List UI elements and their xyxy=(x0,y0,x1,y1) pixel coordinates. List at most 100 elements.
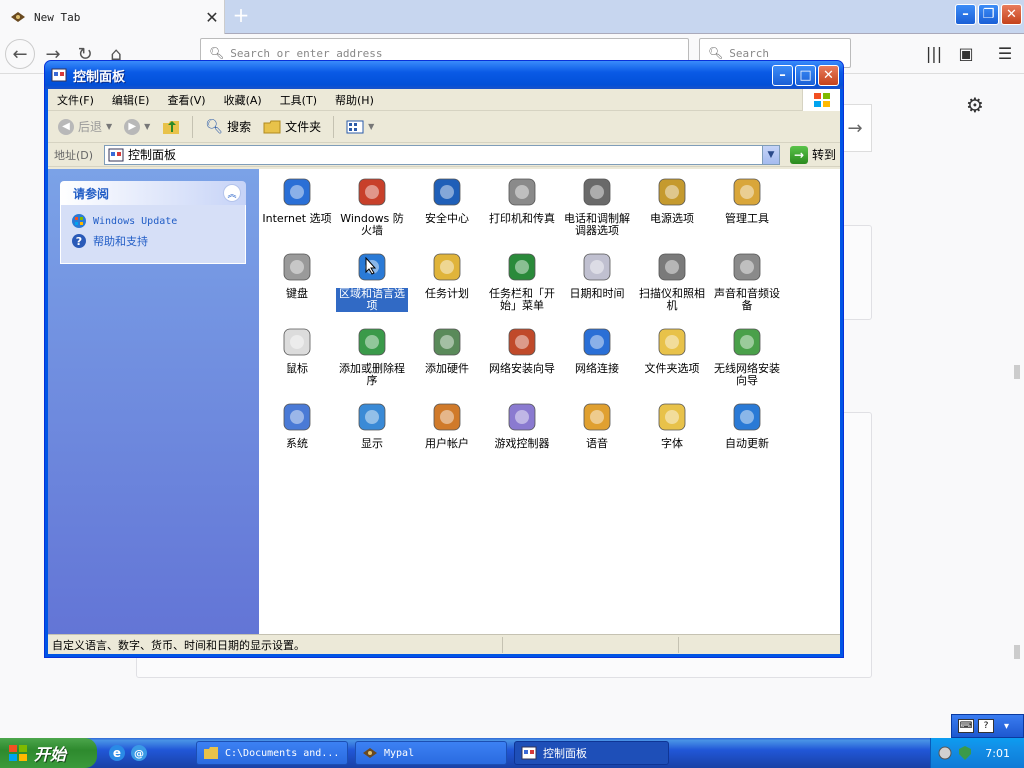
control-panel-item-label: Windows 防火墙 xyxy=(340,212,404,237)
control-panel-item[interactable]: 添加硬件 xyxy=(411,325,483,375)
taskbar: 开始 e @ C:\Documents and... Mypal 控制面板 7:… xyxy=(0,738,1024,768)
chevron-down-icon[interactable]: ▼ xyxy=(762,145,779,164)
control-panel-item[interactable]: 任务计划 xyxy=(411,250,483,300)
system-icon xyxy=(280,400,314,434)
clock[interactable]: 7:01 xyxy=(985,747,1010,760)
control-panel-item[interactable]: 添加或删除程序 xyxy=(336,325,408,387)
views-button[interactable]: ▼ xyxy=(342,118,378,136)
mouse-icon xyxy=(280,325,314,359)
window-titlebar[interactable]: 控制面板 – □ ✕ xyxy=(45,61,843,89)
sidebar-icon[interactable]: ▣ xyxy=(955,42,977,64)
control-panel-item[interactable]: 网络连接 xyxy=(561,325,633,375)
help-support-link[interactable]: ? 帮助和支持 xyxy=(71,233,235,249)
go-label: 转到 xyxy=(812,148,837,162)
control-panel-item[interactable]: 字体 xyxy=(636,400,708,450)
control-panel-item[interactable]: 鼠标 xyxy=(261,325,333,375)
minimize-button[interactable]: – xyxy=(955,4,976,25)
control-panel-item[interactable]: 自动更新 xyxy=(711,400,783,450)
close-button[interactable]: ✕ xyxy=(1001,4,1022,25)
minimize-button[interactable]: – xyxy=(772,64,793,86)
control-panel-item-label: 任务计划 xyxy=(425,287,469,300)
new-tab-button[interactable]: + xyxy=(230,4,252,28)
menu-file[interactable]: 文件(F) xyxy=(48,92,103,108)
control-panel-item-label: 电源选项 xyxy=(650,212,694,225)
printer-icon xyxy=(505,175,539,209)
control-panel-item[interactable]: 文件夹选项 xyxy=(636,325,708,375)
taskbar-item-mypal[interactable]: Mypal xyxy=(355,741,507,765)
control-panel-item[interactable]: 声音和音频设备 xyxy=(711,250,783,312)
gear-icon[interactable]: ⚙ xyxy=(966,93,984,117)
control-panel-item[interactable]: 安全中心 xyxy=(411,175,483,225)
menu-favorites[interactable]: 收藏(A) xyxy=(215,92,271,108)
control-panel-item[interactable]: 游戏控制器 xyxy=(486,400,558,450)
back-arrow-icon[interactable]: ← xyxy=(5,39,35,69)
svg-text:e: e xyxy=(113,746,121,760)
speech-icon xyxy=(580,400,614,434)
page-scrollbar[interactable] xyxy=(1010,75,1024,675)
menu-help[interactable]: 帮助(H) xyxy=(326,92,383,108)
go-button[interactable]: → 转到 xyxy=(790,145,837,164)
control-panel-item[interactable]: 键盘 xyxy=(261,250,333,300)
collapse-icon[interactable]: ︽ xyxy=(223,184,241,202)
language-bar-handle[interactable]: ▾ xyxy=(1004,721,1009,732)
up-folder-button[interactable] xyxy=(158,117,184,137)
network-tray-icon[interactable] xyxy=(937,745,953,761)
forward-button[interactable]: ▶ ▼ xyxy=(120,117,154,137)
control-panel-item[interactable]: 语音 xyxy=(561,400,633,450)
menu-icon[interactable]: ☰ xyxy=(994,42,1016,64)
control-panel-item[interactable]: Internet 选项 xyxy=(261,175,333,225)
library-icon[interactable]: ||| xyxy=(923,42,945,64)
folders-button[interactable]: 文件夹 xyxy=(259,116,325,137)
control-panel-item[interactable]: 电源选项 xyxy=(636,175,708,225)
windows-update-link[interactable]: Windows Update xyxy=(71,213,235,229)
control-panel-item[interactable]: 日期和时间 xyxy=(561,250,633,300)
control-panel-item[interactable]: 打印机和传真 xyxy=(486,175,558,225)
maximize-button[interactable]: □ xyxy=(795,64,816,86)
menu-view[interactable]: 查看(V) xyxy=(158,92,214,108)
forward-arrow-icon: ▶ xyxy=(124,118,141,135)
close-button[interactable]: ✕ xyxy=(818,64,839,86)
control-panel-item-label: 区域和语言选项 xyxy=(336,288,408,312)
svg-text:?: ? xyxy=(76,235,82,248)
windows-update-label: Windows Update xyxy=(93,215,178,227)
close-tab-icon[interactable]: ✕ xyxy=(200,8,224,27)
browser-tab[interactable]: New Tab ✕ xyxy=(0,0,225,34)
address-field[interactable]: 控制面板 ▼ xyxy=(104,144,780,165)
control-panel-item-label: 扫描仪和照相机 xyxy=(639,287,705,312)
control-panel-item[interactable]: 用户帐户 xyxy=(411,400,483,450)
control-panel-item[interactable]: 任务栏和「开始」菜单 xyxy=(486,250,558,312)
outlook-express-icon[interactable]: @ xyxy=(130,744,148,762)
help-icon: ? xyxy=(72,234,86,248)
keyboard-icon xyxy=(280,250,314,284)
control-panel-window: 控制面板 – □ ✕ 文件(F) 编辑(E) 查看(V) 收藏(A) 工具(T)… xyxy=(44,60,844,658)
back-button[interactable]: ◀ 后退 ▼ xyxy=(54,116,116,137)
task-label: 控制面板 xyxy=(543,747,587,760)
control-panel-item[interactable]: 无线网络安装向导 xyxy=(711,325,783,387)
see-also-header[interactable]: 请参阅 ︽ xyxy=(60,181,246,205)
search-button[interactable]: 🔍︎ 搜索 xyxy=(201,116,255,137)
menu-tools[interactable]: 工具(T) xyxy=(271,92,326,108)
security-tray-icon[interactable] xyxy=(957,745,973,761)
wireless-wizard-icon xyxy=(730,325,764,359)
control-panel-item[interactable]: 扫描仪和照相机 xyxy=(636,250,708,312)
mouse-cursor-icon xyxy=(365,256,377,278)
language-bar: ⌨ ? ▾ xyxy=(951,714,1024,738)
maximize-button[interactable]: ❐ xyxy=(978,4,999,25)
control-panel-item[interactable]: 管理工具 xyxy=(711,175,783,225)
control-panel-item[interactable]: 显示 xyxy=(336,400,408,450)
control-panel-item-label: 添加或删除程序 xyxy=(339,362,405,387)
toolbar: ◀ 后退 ▼ ▶ ▼ 🔍︎ 搜索 文件夹 ▼ xyxy=(48,111,840,143)
keyboard-icon[interactable]: ⌨ xyxy=(958,719,974,733)
start-button[interactable]: 开始 xyxy=(0,738,97,768)
security-center-icon xyxy=(430,175,464,209)
windows-update-icon xyxy=(72,214,86,228)
control-panel-item[interactable]: 电话和调制解调器选项 xyxy=(561,175,633,237)
control-panel-item[interactable]: Windows 防火墙 xyxy=(336,175,408,237)
taskbar-item-control-panel[interactable]: 控制面板 xyxy=(514,741,669,765)
menu-edit[interactable]: 编辑(E) xyxy=(103,92,159,108)
help-icon[interactable]: ? xyxy=(978,719,994,733)
control-panel-item[interactable]: 系统 xyxy=(261,400,333,450)
internet-explorer-icon[interactable]: e xyxy=(108,744,126,762)
control-panel-item[interactable]: 网络安装向导 xyxy=(486,325,558,375)
taskbar-item-documents[interactable]: C:\Documents and... xyxy=(196,741,348,765)
